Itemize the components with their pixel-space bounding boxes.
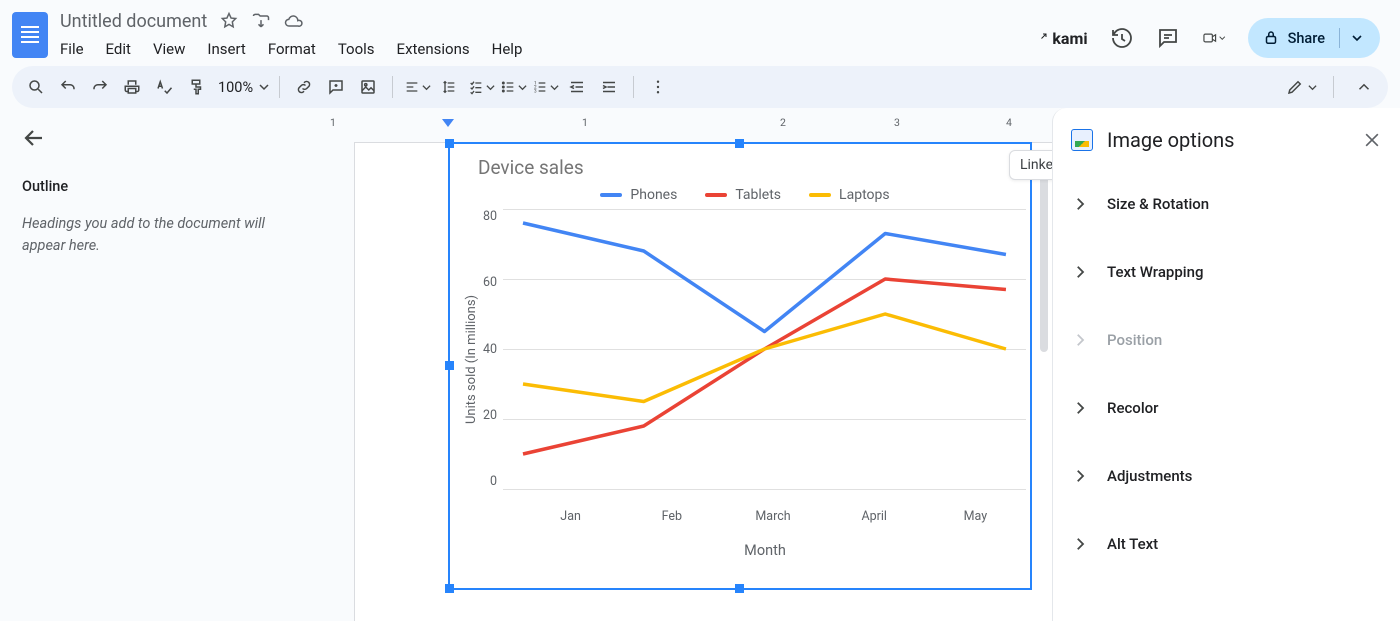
scrollbar[interactable] [1040, 152, 1048, 352]
image-icon [1071, 129, 1093, 151]
sidebar-item-label: Size & Rotation [1107, 195, 1209, 213]
sidebar-item-label: Text Wrapping [1107, 263, 1203, 281]
chart-title: Device sales [478, 156, 1026, 179]
ruler-tick: 1 [582, 116, 588, 129]
move-icon[interactable] [251, 11, 271, 31]
more-icon[interactable] [644, 73, 672, 101]
chart-xlabel: Month [504, 542, 1026, 559]
sidebar-item[interactable]: Adjustments [1071, 442, 1382, 510]
sidebar-title: Image options [1107, 128, 1348, 152]
add-comment-icon[interactable] [322, 73, 350, 101]
chevron-right-icon [1071, 467, 1089, 485]
kami-extension-badge[interactable]: kami [1036, 29, 1087, 48]
legend-item: Phones [600, 187, 677, 203]
toolbar: 100% 123 [12, 66, 1388, 108]
menu-file[interactable]: File [60, 40, 84, 58]
insert-link-icon[interactable] [290, 73, 318, 101]
close-icon[interactable] [1362, 130, 1382, 150]
separator [279, 76, 280, 98]
collapse-toolbar-icon[interactable] [1350, 73, 1378, 101]
share-dropdown-icon[interactable] [1339, 28, 1362, 48]
comments-icon[interactable] [1156, 26, 1180, 50]
separator [633, 76, 634, 98]
sidebar-item-label: Adjustments [1107, 467, 1192, 485]
ruler-tick: 1 [330, 116, 336, 129]
document-surface[interactable]: 1 1 2 3 4 Linke Device sales PhonesTable… [320, 108, 1052, 621]
indent-marker-icon[interactable] [442, 119, 454, 127]
editing-mode-icon[interactable] [1286, 73, 1317, 101]
menu-help[interactable]: Help [492, 40, 523, 58]
menu-tools[interactable]: Tools [338, 40, 375, 58]
checklist-icon[interactable] [467, 73, 495, 101]
selected-image[interactable]: Linke Device sales PhonesTabletsLaptops … [448, 142, 1032, 590]
chart-plot-area [503, 209, 1026, 489]
document-title[interactable]: Untitled document [60, 11, 207, 32]
ruler[interactable]: 1 1 2 3 4 [320, 116, 1052, 134]
outline-empty-msg: Headings you add to the document will ap… [22, 213, 298, 257]
embedded-chart: Device sales Phones Tablets Laptops Units … [450, 144, 1030, 588]
chart-xticks: JanFebMarchAprilMay [520, 509, 1026, 524]
decrease-indent-icon[interactable] [563, 73, 591, 101]
chevron-right-icon [1071, 399, 1089, 417]
sidebar-item-label: Position [1107, 331, 1162, 349]
star-icon[interactable] [219, 11, 239, 31]
sidebar-item[interactable]: Text Wrapping [1071, 238, 1382, 306]
ruler-tick: 3 [894, 116, 900, 129]
sidebar-item-label: Alt Text [1107, 535, 1158, 553]
chevron-right-icon [1071, 195, 1089, 213]
outline-back-icon[interactable] [22, 126, 48, 152]
menu-format[interactable]: Format [268, 40, 316, 58]
menu-edit[interactable]: Edit [106, 40, 131, 58]
history-icon[interactable] [1110, 26, 1134, 50]
meet-icon[interactable] [1202, 26, 1226, 50]
image-options-sidebar: Image options Size & Rotation Text Wrappi… [1052, 108, 1400, 621]
docs-logo-icon[interactable] [12, 12, 48, 58]
share-button[interactable]: Share [1248, 18, 1380, 58]
search-icon[interactable] [22, 73, 50, 101]
sidebar-item-label: Recolor [1107, 399, 1158, 417]
menu-insert[interactable]: Insert [207, 40, 245, 58]
menu-bar: File Edit View Insert Format Tools Exten… [60, 40, 522, 58]
sidebar-item: Position [1071, 306, 1382, 374]
menu-extensions[interactable]: Extensions [397, 40, 470, 58]
chevron-right-icon [1071, 263, 1089, 281]
chart-ylabel: Units sold (In millions) [464, 209, 479, 509]
chevron-right-icon [1071, 535, 1089, 553]
bulleted-list-icon[interactable] [499, 73, 527, 101]
increase-indent-icon[interactable] [595, 73, 623, 101]
print-icon[interactable] [118, 73, 146, 101]
cloud-status-icon[interactable] [283, 11, 303, 31]
sidebar-item[interactable]: Alt Text [1071, 510, 1382, 578]
undo-icon[interactable] [54, 73, 82, 101]
insert-image-icon[interactable] [354, 73, 382, 101]
sidebar-item[interactable]: Recolor [1071, 374, 1382, 442]
legend-item: Laptops [809, 187, 890, 203]
outline-title: Outline [22, 178, 298, 195]
menu-view[interactable]: View [153, 40, 185, 58]
spellcheck-icon[interactable] [150, 73, 178, 101]
svg-text:3: 3 [534, 88, 537, 94]
ruler-tick: 4 [1006, 116, 1012, 129]
align-icon[interactable] [403, 73, 431, 101]
zoom-select[interactable]: 100% [214, 73, 269, 101]
chevron-right-icon [1071, 331, 1089, 349]
chart-legend: Phones Tablets Laptops [464, 187, 1026, 203]
line-spacing-icon[interactable] [435, 73, 463, 101]
sidebar-item[interactable]: Size & Rotation [1071, 170, 1382, 238]
redo-icon[interactable] [86, 73, 114, 101]
separator [1333, 76, 1334, 98]
chart-yticks: 806040200 [479, 209, 503, 489]
paint-format-icon[interactable] [182, 73, 210, 101]
separator [392, 76, 393, 98]
legend-item: Tablets [705, 187, 781, 203]
ruler-tick: 2 [780, 116, 786, 129]
numbered-list-icon[interactable]: 123 [531, 73, 559, 101]
outline-panel: Outline Headings you add to the document… [0, 108, 320, 621]
